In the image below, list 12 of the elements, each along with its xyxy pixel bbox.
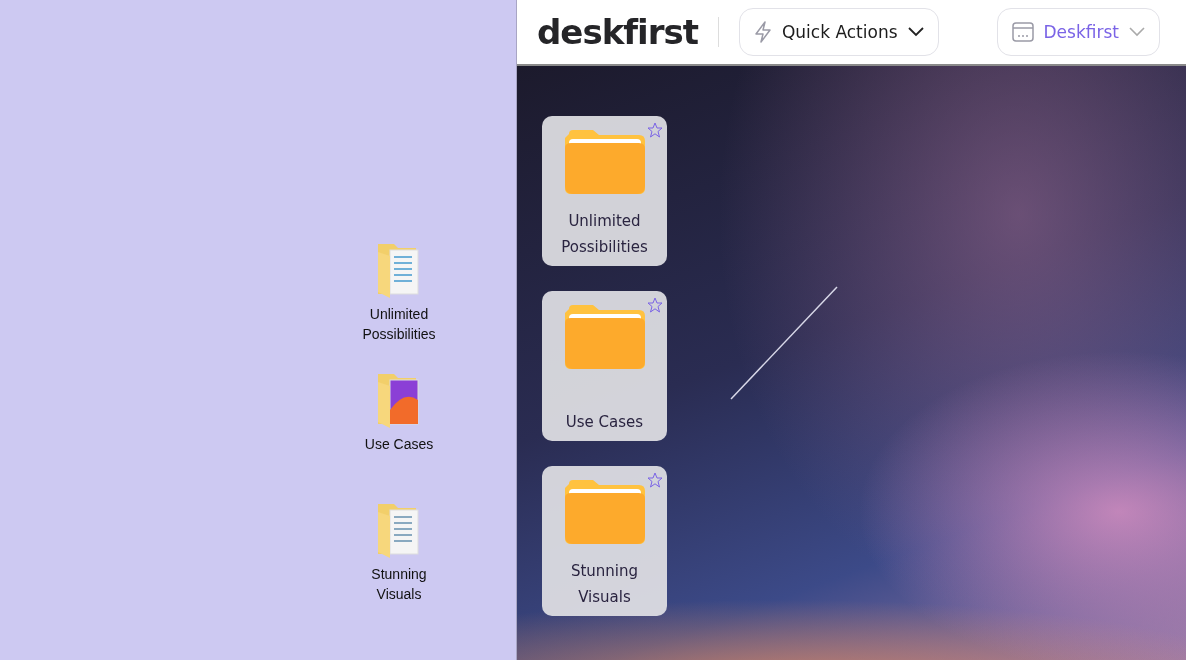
- desktop-icon-label[interactable]: Use Cases: [349, 434, 449, 454]
- folder-label: Use Cases: [564, 412, 645, 433]
- folder-label: Unlimited Possibilities: [560, 211, 649, 258]
- folder-card[interactable]: Use Cases: [542, 291, 667, 441]
- folder-card[interactable]: Stunning Visuals: [542, 466, 667, 616]
- workspace-selector[interactable]: Deskfirst: [996, 8, 1160, 56]
- folder-label: Stunning Visuals: [569, 561, 640, 608]
- logo: deskfirst: [537, 12, 698, 52]
- desktop-icon-label[interactable]: Stunning Visuals: [349, 564, 449, 604]
- quick-actions-button[interactable]: Quick Actions: [738, 8, 939, 56]
- desktop-icon-label[interactable]: Unlimited Possibilities: [349, 304, 449, 344]
- folder-card[interactable]: Unlimited Possibilities: [542, 116, 667, 266]
